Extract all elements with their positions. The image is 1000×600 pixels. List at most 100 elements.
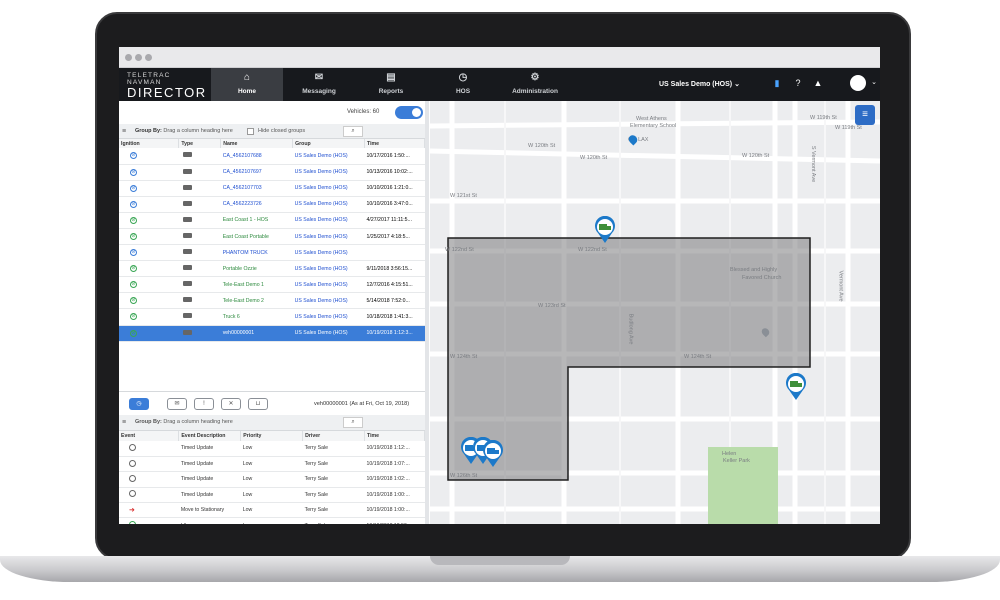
event-column-header[interactable]: Event [119,431,180,441]
vehicle-row[interactable]: ⊘ veh00000001 US Sales Demo (HOS) 10/19/201… [119,325,425,342]
hamburger-icon[interactable]: ≡ [122,128,126,135]
event-column-header[interactable]: Priority [240,431,304,441]
column-header[interactable]: Group [292,139,366,148]
vehicle-name: Tele-East Demo 1 [220,276,293,294]
app-screen: TELETRAC NAVMAN DIRECTOR ⌂ Home ✉ Messaging… [119,47,880,524]
tab-cart[interactable]: ⊔ [248,398,268,410]
vehicle-group: US Sales Demo (HOS) [292,325,365,342]
column-header[interactable]: Time [364,139,425,148]
tools-icon: ✕ [228,401,234,407]
vehicle-row[interactable]: ⊘ Tele-East Demo 1 US Sales Demo (HOS) 12/7… [119,276,425,294]
ignition-icon: ⊘ [130,329,137,337]
vehicle-time: 10/17/2016 1:50:... [364,148,425,165]
map-label: W 120th St [528,143,556,149]
event-row[interactable]: Timed Update Low Terry Sale 10/19/2018 1:02… [119,471,425,488]
vehicle-row[interactable]: ⊘ CA_4562107703 US Sales Demo (HOS) 10/10/2… [119,180,425,197]
vehicle-row[interactable]: ⊘ CA_4562107688 US Sales Demo (HOS) 10/17/2… [119,148,425,165]
truck-icon [182,281,192,287]
event-column-header[interactable]: Time [364,431,425,441]
tab-hos[interactable]: ◷ HOS [427,68,499,101]
map-label: W 122nd St [445,247,474,253]
column-header[interactable]: Type [178,139,222,148]
director-logo[interactable]: TELETRAC NAVMAN DIRECTOR [127,72,207,99]
ignition-icon: ⊘ [130,152,137,160]
tab-events[interactable]: ◷ [129,398,149,410]
event-desc: Idle [178,517,241,524]
vehicle-time: 4/27/2017 11:11:5... [364,212,425,229]
vehicle-time: 10/18/2018 1:41:3... [364,308,425,326]
vehicle-row[interactable]: ⊘ CA_4562107697 US Sales Demo (HOS) 10/13/2… [119,164,425,181]
vehicle-row[interactable]: ⊘ East Coast 1 - HOS US Sales Demo (HOS) 4/… [119,212,425,229]
user-avatar[interactable] [850,75,866,91]
logo-brand-text: TELETRAC NAVMAN [127,72,171,86]
vehicle-time: 10/10/2016 1:21:0... [364,180,425,197]
ignition-icon: ⊘ [130,297,137,305]
event-priority: Low [240,487,303,504]
window-maximize-dot[interactable] [145,54,152,61]
vehicle-pin-truck-green-2[interactable] [785,373,807,401]
event-row[interactable]: IdleLowTerry Sale10/19/2018 12:59:... [119,517,425,524]
vehicle-pin-truck-green[interactable] [594,216,616,244]
event-search-button[interactable]: ⌕ [343,417,363,428]
map-label: W 119th St [835,125,862,131]
bell-icon[interactable]: ▲ [812,77,824,89]
tab-label: HOS [455,88,471,95]
avatar-chevron-down-icon[interactable]: ⌄ [868,77,880,89]
tab-tools[interactable]: ✕ [221,398,241,410]
laptop-notch [430,556,570,565]
vehicle-group: US Sales Demo (HOS) [292,164,365,181]
vehicle-row[interactable]: ⊘ Tele-East Demo 2 US Sales Demo (HOS) 5/14… [119,292,425,310]
window-minimize-dot[interactable] [135,54,142,61]
vehicle-row[interactable]: ⊘ PHANTOM TRUCK US Sales Demo (HOS) [119,244,425,262]
tab-messages[interactable]: ✉ [167,398,187,410]
event-time: 10/19/2018 1:00:... [364,487,425,504]
vehicle-search-button[interactable]: ⌕ [343,126,363,137]
map-menu-button[interactable]: ≡ [855,105,875,125]
events-hamburger-icon[interactable]: ≡ [122,419,126,426]
event-time: 10/19/2018 1:07:... [364,456,425,473]
truck-icon [182,200,192,206]
tab-home[interactable]: ⌂ Home [211,68,283,101]
ignition-icon: ⊘ [130,313,137,321]
column-header[interactable]: Name [220,139,294,148]
ignition-icon: ⊘ [130,168,137,176]
vehicle-row[interactable]: ⊘ Truck 6 US Sales Demo (HOS) 10/18/2018 1:… [119,308,425,326]
event-desc: Timed Update [178,456,241,473]
map-view[interactable]: W 119th St West Athens Elementary School GO… [430,101,880,524]
tab-alerts[interactable]: ! [194,398,214,410]
vehicle-pin-cluster-3[interactable] [482,440,504,468]
account-selector[interactable]: US Sales Demo (HOS) ⌄ [659,80,740,88]
vehicle-row[interactable]: ⊘ Portable Ozzie US Sales Demo (HOS) 9/11/2… [119,260,425,278]
map-label: Vermont Ave [837,270,844,302]
tab-label: Messaging [302,88,336,95]
tab-administration[interactable]: ⚙ Administration [499,68,571,101]
clock-icon [129,490,136,498]
panel-splitter[interactable] [425,101,429,524]
event-priority: Low [240,502,303,519]
ignition-icon: ⊘ [130,281,137,289]
book-icon[interactable]: ▮ [771,77,783,89]
vehicle-name: Tele-East Demo 2 [220,292,293,310]
cart-icon: ⊔ [255,401,261,407]
vehicle-row[interactable]: ⊘ CA_4562223726 US Sales Demo (HOS) 10/10/2… [119,196,425,213]
clock-icon: ◷ [136,401,142,407]
vehicle-row[interactable]: ⊘ East Coast Portable US Sales Demo (HOS) 1… [119,228,425,246]
event-row[interactable]: Timed Update Low Terry Sale 10/19/2018 1:07… [119,456,425,473]
window-close-dot[interactable] [125,54,132,61]
home-icon: ⌂ [243,72,251,83]
vehicle-name: East Coast 1 - HOS [220,212,293,229]
event-column-header[interactable]: Event Description [178,431,242,441]
map-label: Keller Park [723,458,750,464]
event-column-header[interactable]: Driver [302,431,366,441]
event-priority: Low [240,471,303,488]
event-row[interactable]: Timed Update Low Terry Sale 10/19/2018 1:12… [119,441,425,457]
view-toggle[interactable] [395,106,423,119]
event-time: 10/19/2018 1:00:... [364,502,425,519]
help-icon[interactable]: ? [792,77,804,89]
event-row[interactable]: ➜ Move to Stationary Low Terry Sale 10/19/20… [119,502,425,519]
tab-reports[interactable]: ▤ Reports [355,68,427,101]
hide-closed-checkbox[interactable] [247,128,254,135]
column-header[interactable]: Ignition [119,139,180,148]
event-row[interactable]: Timed Update Low Terry Sale 10/19/2018 1:00… [119,487,425,504]
tab-messaging[interactable]: ✉ Messaging [283,68,355,101]
